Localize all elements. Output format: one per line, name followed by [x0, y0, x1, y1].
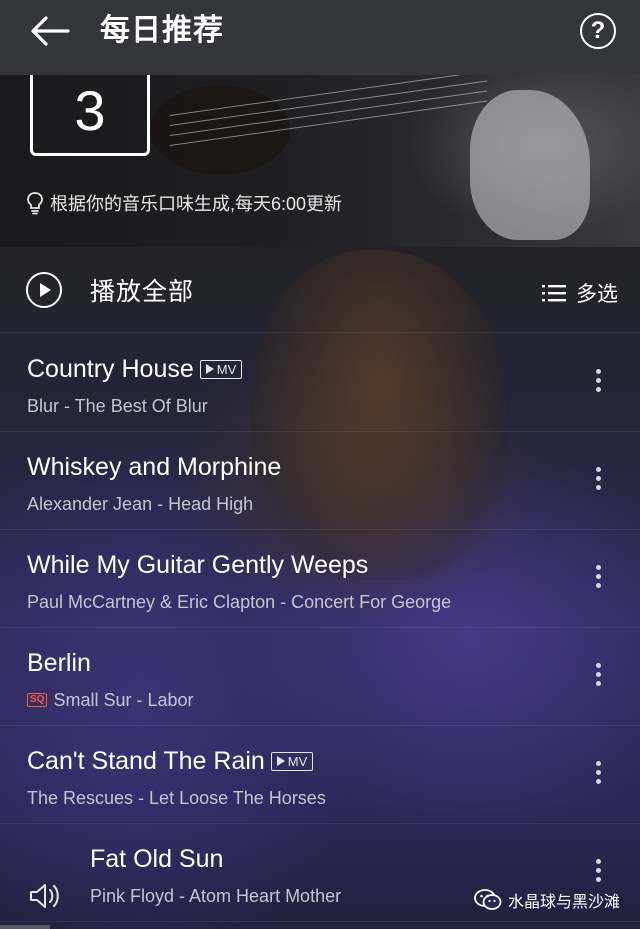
song-row[interactable]: Country House MV Blur - The Best Of Blur — [0, 333, 640, 432]
song-title: Can't Stand The Rain — [27, 747, 265, 775]
play-all-button[interactable]: 播放全部 — [26, 272, 194, 308]
song-subtitle: The Rescues - Let Loose The Horses — [27, 788, 326, 808]
song-title: While My Guitar Gently Weeps — [27, 551, 369, 579]
action-bar: 播放全部 多选 — [0, 250, 640, 333]
song-row[interactable]: Berlin SQ Small Sur - Labor — [0, 627, 640, 726]
watermark: 水晶球与黑沙滩 — [474, 886, 620, 914]
lightbulb-icon — [27, 192, 43, 215]
song-title: Country House — [27, 355, 194, 383]
help-icon: ? — [590, 17, 606, 44]
top-bar: 每日推荐 ? — [0, 0, 640, 75]
song-subtitle: Alexander Jean - Head High — [27, 494, 254, 514]
update-hint: 根据你的音乐口味生成,每天6:00更新 — [26, 190, 342, 216]
page-title: 每日推荐 — [100, 14, 224, 47]
song-title: Berlin — [27, 649, 91, 677]
play-all-label: 播放全部 — [90, 278, 195, 306]
mv-button[interactable]: MV — [270, 751, 314, 771]
hand-image — [470, 90, 590, 240]
song-subtitle: Small Sur - Labor — [53, 690, 194, 710]
speaker-icon — [30, 884, 59, 908]
list-icon — [542, 285, 566, 302]
song-subtitle: Paul McCartney & Eric Clapton - Concert … — [27, 592, 452, 612]
help-button[interactable]: ? — [580, 13, 616, 49]
back-button[interactable] — [28, 14, 72, 48]
more-options-button[interactable] — [590, 761, 606, 789]
update-hint-text: 根据你的音乐口味生成,每天6:00更新 — [50, 194, 343, 214]
song-subtitle: Blur - The Best Of Blur — [27, 396, 208, 416]
song-subtitle: Pink Floyd - Atom Heart Mother — [90, 886, 342, 906]
more-options-button[interactable] — [590, 859, 606, 887]
song-title: Fat Old Sun — [90, 845, 224, 873]
date-badge: 3 — [30, 75, 150, 156]
more-options-button[interactable] — [590, 467, 606, 495]
more-options-button[interactable] — [590, 565, 606, 593]
sq-quality-badge: SQ — [27, 693, 48, 707]
song-row[interactable]: Whiskey and Morphine Alexander Jean - He… — [0, 431, 640, 530]
mv-button[interactable]: MV — [199, 359, 243, 379]
song-title: Whiskey and Morphine — [27, 453, 282, 481]
play-circle-icon — [26, 272, 62, 308]
multi-select-label: 多选 — [576, 283, 618, 306]
multi-select-button[interactable]: 多选 — [542, 278, 618, 308]
song-row[interactable]: While My Guitar Gently Weeps Paul McCart… — [0, 529, 640, 628]
scroll-indicator — [0, 925, 50, 929]
song-row[interactable]: Can't Stand The Rain MV The Rescues - Le… — [0, 725, 640, 824]
watermark-text: 水晶球与黑沙滩 — [508, 894, 621, 911]
more-options-button[interactable] — [590, 369, 606, 397]
more-options-button[interactable] — [590, 663, 606, 691]
wechat-icon — [474, 889, 502, 910]
back-arrow-icon — [31, 16, 70, 46]
